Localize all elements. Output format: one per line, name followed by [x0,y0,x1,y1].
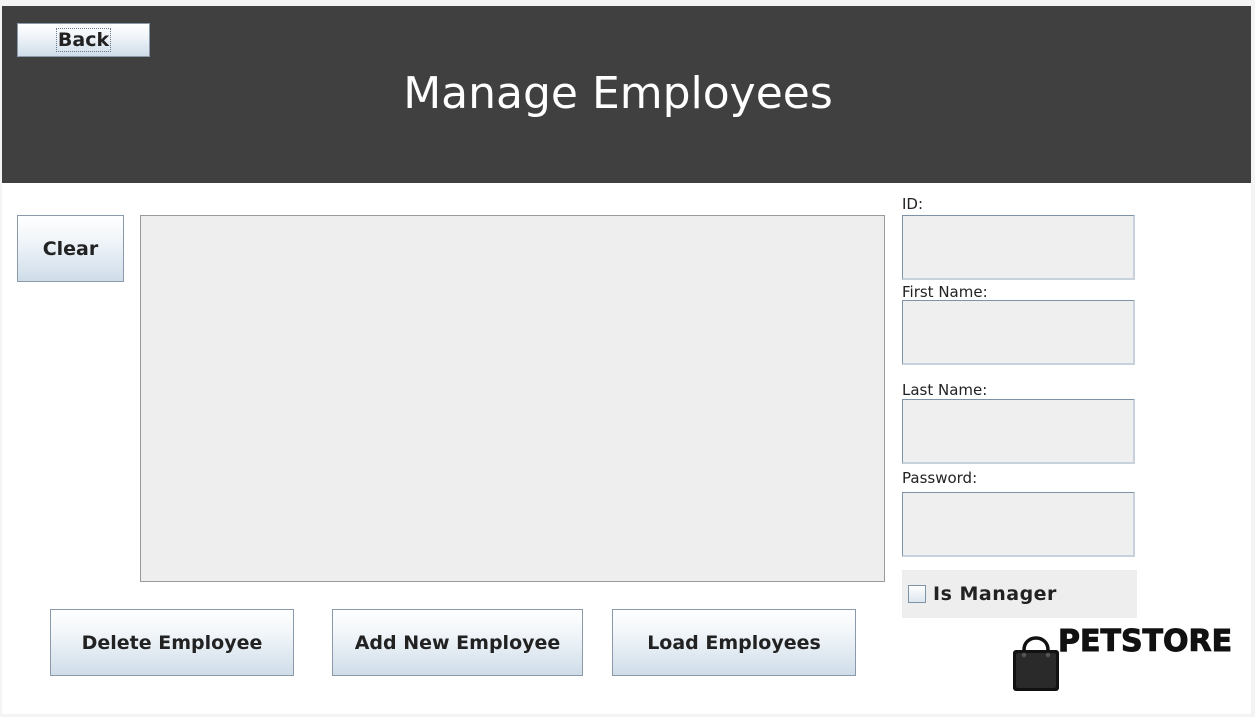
petstore-logo: PETSTORE [1010,624,1240,694]
is-manager-row[interactable]: Is Manager [902,570,1137,618]
password-label: Password: [902,469,978,487]
page-title: Manage Employees [403,68,833,119]
clear-button[interactable]: Clear [17,215,124,282]
last-name-label: Last Name: [902,381,988,399]
logo-text: PETSTORE [1057,624,1233,660]
back-button-label: Back [55,28,112,52]
back-button[interactable]: Back [17,23,150,57]
is-manager-label: Is Manager [933,583,1057,605]
employee-list[interactable] [140,215,885,582]
shopping-bag-icon [1013,636,1059,691]
add-new-employee-button[interactable]: Add New Employee [332,609,583,676]
is-manager-checkbox[interactable] [908,585,926,603]
id-field[interactable] [902,215,1135,280]
password-field[interactable] [902,492,1135,557]
first-name-field[interactable] [902,300,1135,365]
last-name-field[interactable] [902,399,1135,464]
first-name-label: First Name: [902,283,988,301]
id-label: ID: [902,195,924,213]
load-employees-button[interactable]: Load Employees [612,609,856,676]
delete-employee-button[interactable]: Delete Employee [50,609,294,676]
